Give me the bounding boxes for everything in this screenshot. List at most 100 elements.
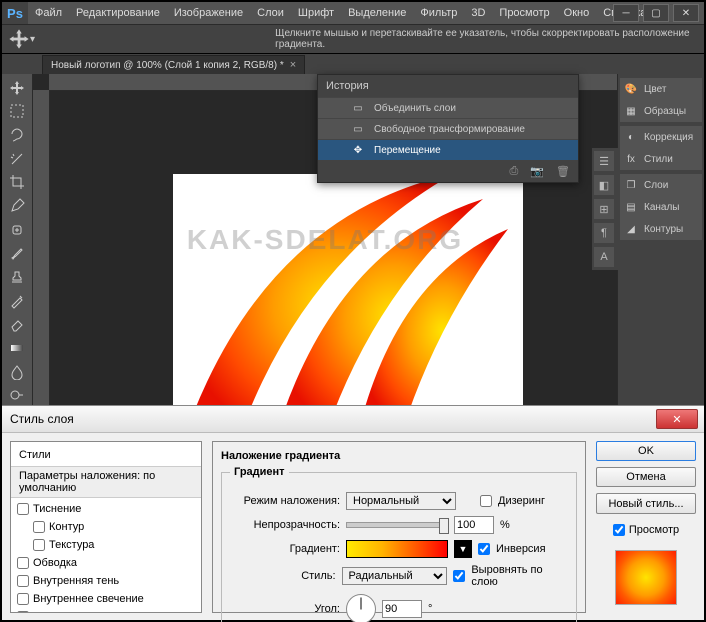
- inner-shadow-checkbox[interactable]: [17, 575, 29, 587]
- opacity-slider[interactable]: [346, 522, 448, 528]
- gradient-picker-arrow[interactable]: ▼: [454, 540, 472, 558]
- menu-image[interactable]: Изображение: [167, 2, 250, 24]
- crop-tool[interactable]: [6, 173, 28, 193]
- style-select[interactable]: Радиальный: [342, 567, 448, 585]
- styles-list: Стили Параметры наложения: по умолчанию …: [10, 441, 202, 613]
- panel-swatches[interactable]: ▦Образцы: [620, 100, 702, 122]
- history-new-doc-icon[interactable]: ⎙: [510, 165, 519, 178]
- angle-label: Угол:: [230, 603, 340, 615]
- document-tab[interactable]: Новый логотип @ 100% (Слой 1 копия 2, RG…: [42, 55, 305, 75]
- gradient-label: Градиент:: [230, 543, 340, 555]
- dither-checkbox[interactable]: [480, 495, 492, 507]
- gradient-preview[interactable]: [346, 540, 448, 558]
- blend-mode-select[interactable]: Нормальный: [346, 492, 456, 510]
- mini-dock-btn[interactable]: A: [594, 247, 614, 267]
- panel-styles[interactable]: fxСтили: [620, 148, 702, 170]
- history-item-selected[interactable]: ✥Перемещение: [318, 139, 578, 160]
- cancel-button[interactable]: Отмена: [596, 467, 696, 487]
- app-logo: Ps: [2, 2, 28, 24]
- marquee-tool[interactable]: [6, 102, 28, 122]
- preview-label: Просмотр: [629, 524, 679, 536]
- blend-mode-label: Режим наложения:: [230, 495, 340, 507]
- satin-checkbox[interactable]: [17, 611, 29, 613]
- new-style-button[interactable]: Новый стиль...: [596, 493, 696, 513]
- ruler-vertical: [33, 90, 50, 405]
- angle-dial[interactable]: [346, 594, 376, 622]
- layers-icon: ❐: [623, 177, 639, 193]
- eyedropper-tool[interactable]: [6, 196, 28, 216]
- gradient-tool[interactable]: [6, 338, 28, 358]
- style-inner-shadow[interactable]: Внутренняя тень: [11, 572, 201, 590]
- style-inner-glow[interactable]: Внутреннее свечение: [11, 590, 201, 608]
- history-brush-tool[interactable]: [6, 291, 28, 311]
- menu-view[interactable]: Просмотр: [492, 2, 556, 24]
- eraser-tool[interactable]: [6, 314, 28, 334]
- color-icon: 🎨: [623, 81, 639, 97]
- inner-glow-checkbox[interactable]: [17, 593, 29, 605]
- opacity-input[interactable]: [454, 516, 494, 534]
- dodge-tool[interactable]: [6, 385, 28, 405]
- align-checkbox[interactable]: [453, 570, 465, 582]
- menu-select[interactable]: Выделение: [341, 2, 413, 24]
- styles-header[interactable]: Стили: [11, 446, 201, 464]
- watermark: KAK-SDELAT.ORG: [187, 224, 463, 256]
- wand-tool[interactable]: [6, 149, 28, 169]
- bevel-checkbox[interactable]: [17, 503, 29, 515]
- tools-panel: [2, 74, 33, 405]
- mini-dock-btn[interactable]: ⊞: [594, 199, 614, 219]
- document-canvas[interactable]: [173, 174, 523, 414]
- style-texture[interactable]: Текстура: [11, 536, 201, 554]
- blur-tool[interactable]: [6, 362, 28, 382]
- contour-checkbox[interactable]: [33, 521, 45, 533]
- mini-dock-btn[interactable]: ☰: [594, 151, 614, 171]
- preview-checkbox[interactable]: [613, 524, 625, 536]
- reverse-checkbox[interactable]: [478, 543, 490, 555]
- options-hint: Щелкните мышью и перетаскивайте ее указа…: [275, 28, 704, 50]
- gradient-settings: Наложение градиента Градиент Режим налож…: [212, 441, 586, 613]
- blend-defaults[interactable]: Параметры наложения: по умолчанию: [11, 466, 201, 498]
- style-contour[interactable]: Контур: [11, 518, 201, 536]
- menu-layers[interactable]: Слои: [250, 2, 291, 24]
- history-trash-icon[interactable]: 🗑: [556, 165, 570, 178]
- window-maximize-button[interactable]: ▢: [643, 4, 669, 22]
- window-minimize-button[interactable]: ─: [613, 4, 639, 22]
- history-item[interactable]: ▭Свободное трансформирование: [318, 118, 578, 139]
- texture-checkbox[interactable]: [33, 539, 45, 551]
- style-satin[interactable]: Глянец: [11, 608, 201, 613]
- dialog-titlebar[interactable]: Стиль слоя ✕: [2, 406, 704, 433]
- dialog-close-button[interactable]: ✕: [656, 409, 698, 429]
- history-title: История: [318, 75, 578, 97]
- menu-type[interactable]: Шрифт: [291, 2, 341, 24]
- style-stroke[interactable]: Обводка: [11, 554, 201, 572]
- window-close-button[interactable]: ✕: [673, 4, 699, 22]
- menu-3d[interactable]: 3D: [464, 2, 492, 24]
- angle-input[interactable]: [382, 600, 422, 618]
- menu-filter[interactable]: Фильтр: [413, 2, 464, 24]
- history-item[interactable]: ▭Объединить слои: [318, 97, 578, 118]
- dialog-buttons: OK Отмена Новый стиль... Просмотр: [596, 441, 696, 613]
- style-bevel[interactable]: Тиснение: [11, 500, 201, 518]
- stroke-checkbox[interactable]: [17, 557, 29, 569]
- history-panel[interactable]: История ▭Объединить слои ▭Свободное тран…: [317, 74, 579, 183]
- pct-label: %: [500, 519, 510, 531]
- panel-paths[interactable]: ◢Контуры: [620, 218, 702, 240]
- close-tab-icon[interactable]: ×: [290, 59, 296, 71]
- move-tool[interactable]: [6, 78, 28, 98]
- style-label: Стиль:: [230, 570, 336, 582]
- panel-color[interactable]: 🎨Цвет: [620, 78, 702, 100]
- menu-window[interactable]: Окно: [557, 2, 597, 24]
- history-snapshot-icon[interactable]: 📷: [530, 165, 544, 178]
- heal-tool[interactable]: [6, 220, 28, 240]
- mini-dock-btn[interactable]: ◧: [594, 175, 614, 195]
- ok-button[interactable]: OK: [596, 441, 696, 461]
- panel-channels[interactable]: ▤Каналы: [620, 196, 702, 218]
- menu-file[interactable]: Файл: [28, 2, 69, 24]
- mini-dock: ☰ ◧ ⊞ ¶ A: [592, 148, 620, 270]
- stamp-tool[interactable]: [6, 267, 28, 287]
- lasso-tool[interactable]: [6, 125, 28, 145]
- brush-tool[interactable]: [6, 243, 28, 263]
- panel-adjustments[interactable]: ◐Коррекция: [620, 126, 702, 148]
- panel-layers[interactable]: ❐Слои: [620, 174, 702, 196]
- menu-edit[interactable]: Редактирование: [69, 2, 167, 24]
- mini-dock-btn[interactable]: ¶: [594, 223, 614, 243]
